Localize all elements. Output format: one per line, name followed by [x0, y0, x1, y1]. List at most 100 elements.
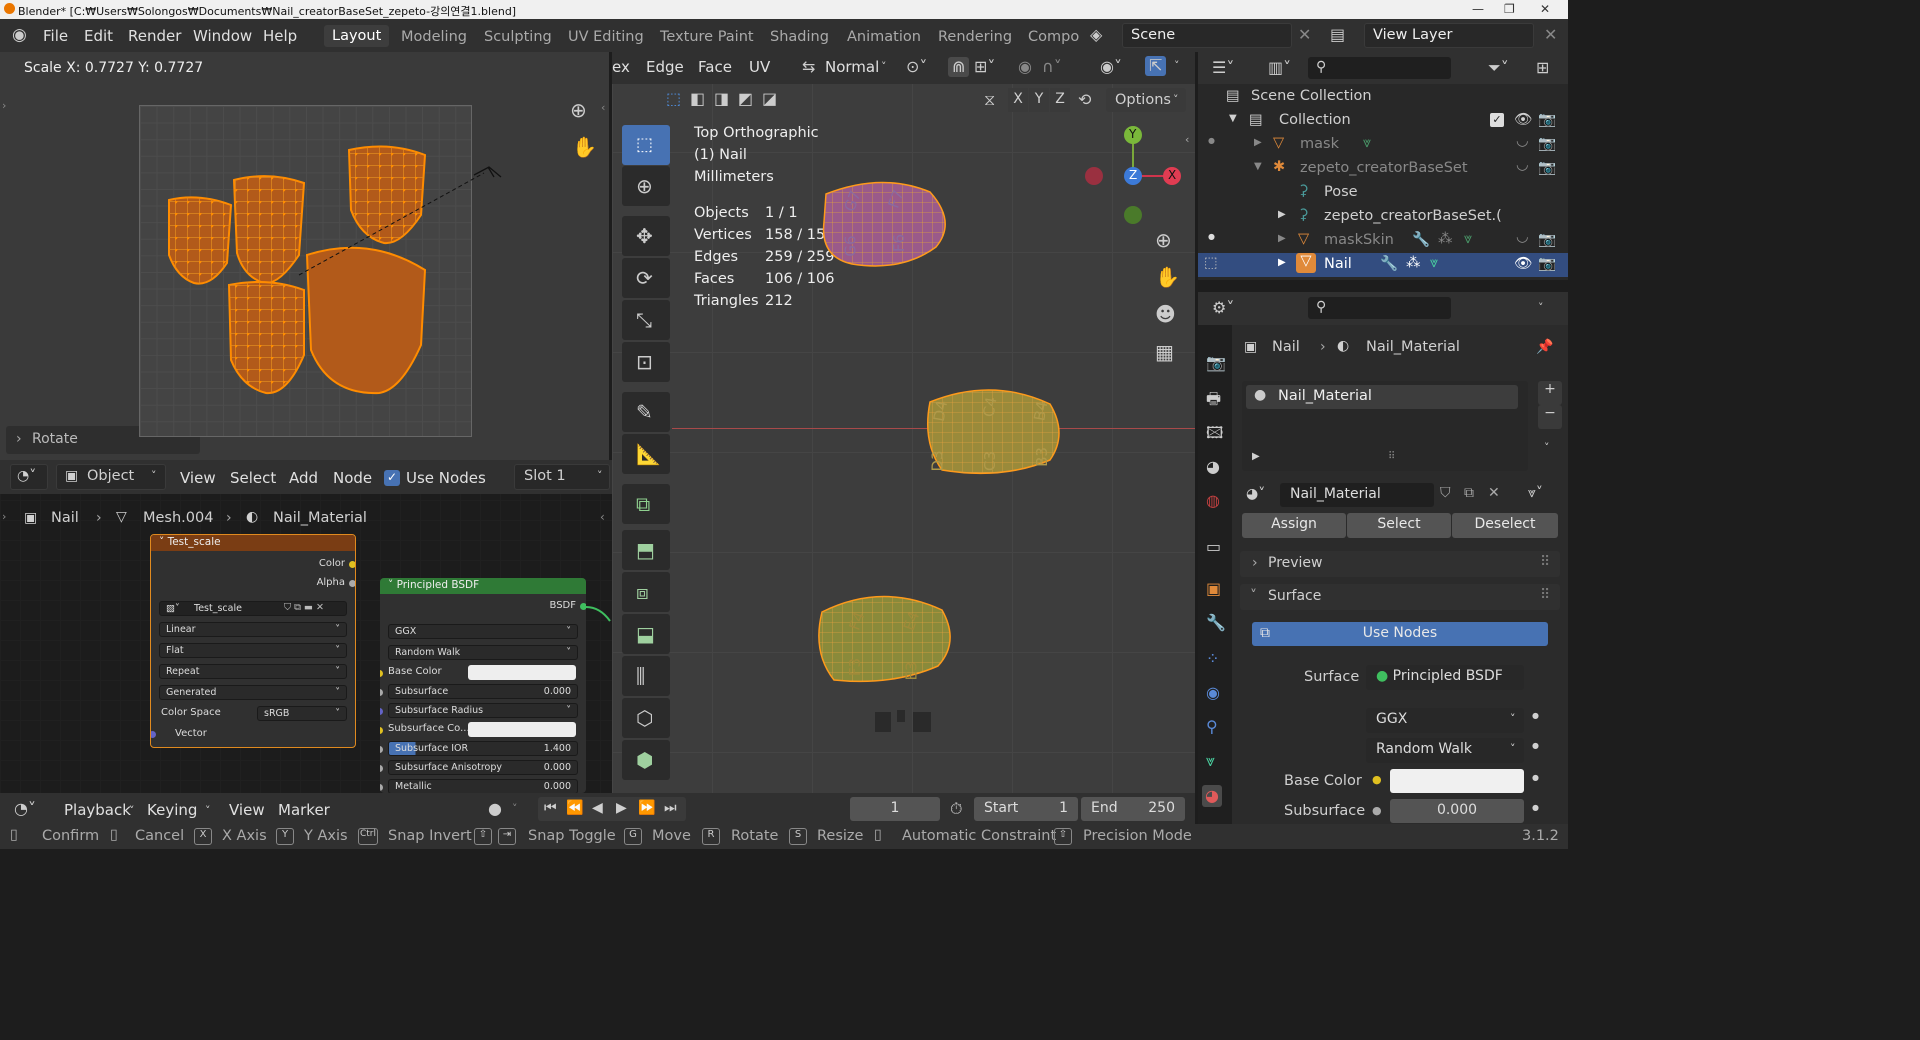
axis-y-toggle[interactable]: Y: [1029, 88, 1049, 112]
tool-loop-cut[interactable]: ⫼: [622, 656, 670, 696]
outliner-row-collection[interactable]: ▼ ▤ Collection ✓ 👁 📷: [1198, 109, 1568, 133]
color-output-socket[interactable]: [349, 561, 355, 568]
3d-viewport[interactable]: ex Edge Face UV ⇆ Normal ˅ ⊙˅ ⋒ ⊞˅ ◉ ∩˅ …: [612, 52, 1195, 793]
node-menu-add[interactable]: Add: [289, 469, 318, 487]
tool-inset[interactable]: ⧈: [622, 572, 670, 612]
tool-transform[interactable]: ⊡: [622, 342, 670, 382]
render-tab-icon[interactable]: 📷: [1206, 355, 1226, 371]
tab-layout[interactable]: Layout: [324, 25, 390, 47]
preview-range-icon[interactable]: ⏱: [950, 801, 962, 817]
scene-selector[interactable]: Scene: [1122, 23, 1292, 48]
camera-icon[interactable]: 📷: [1538, 159, 1556, 176]
select-subtract-icon[interactable]: ◨: [714, 91, 729, 107]
snap-target-icon[interactable]: ⊞˅: [974, 59, 995, 75]
properties-options-icon[interactable]: ˅: [1538, 302, 1544, 313]
link-mode-icon[interactable]: ⩔˅: [1528, 485, 1543, 501]
collapse-arrow-icon[interactable]: ‹: [601, 102, 605, 113]
visibility-icon[interactable]: ◉˅: [1100, 59, 1122, 75]
auto-merge-icon[interactable]: ⟲: [1078, 92, 1091, 108]
menu-help[interactable]: Help: [263, 27, 297, 45]
timeline-view-menu[interactable]: View: [229, 801, 265, 819]
pan-view-icon[interactable]: ✋: [1155, 267, 1180, 287]
object-tab-icon[interactable]: ▣: [1206, 581, 1221, 597]
select-new-icon[interactable]: ⬚: [666, 91, 681, 107]
tab-texture-paint[interactable]: Texture Paint: [660, 29, 754, 45]
tab-animation[interactable]: Animation: [847, 29, 921, 45]
select-intersect-icon[interactable]: ◪: [762, 91, 777, 107]
browse-material-icon[interactable]: ◕˅: [1246, 486, 1265, 502]
material-slot-item[interactable]: ● Nail_Material: [1246, 385, 1518, 409]
assign-button[interactable]: Assign: [1242, 513, 1346, 538]
camera-icon[interactable]: 📷: [1538, 231, 1556, 248]
outliner-row-mask[interactable]: ● ▶ ▽ mask ⩔ ◡ 📷: [1198, 133, 1568, 157]
view-layer-selector[interactable]: View Layer: [1364, 23, 1534, 48]
outliner-row-scene-collection[interactable]: ▤ Scene Collection: [1198, 85, 1568, 109]
extension-dropdown[interactable]: Repeat ˅: [159, 664, 347, 679]
base-color-swatch[interactable]: [468, 665, 576, 680]
base-color-swatch[interactable]: [1390, 769, 1524, 793]
select-invert-icon[interactable]: ◩: [738, 91, 753, 107]
menu-render[interactable]: Render: [128, 27, 181, 45]
tool-knife[interactable]: ⬡: [622, 698, 670, 738]
gizmo-toggle-icon[interactable]: ⇱: [1145, 56, 1167, 76]
ortho-toggle-icon[interactable]: ▦: [1155, 342, 1174, 362]
duplicate-material-icon[interactable]: ⧉: [1464, 485, 1474, 501]
tab-modeling[interactable]: Modeling: [401, 29, 467, 45]
eye-icon[interactable]: 👁: [1514, 111, 1532, 128]
add-slot-button[interactable]: +: [1538, 381, 1562, 405]
outliner-row-nail[interactable]: ⬚ ▶ ▽ Nail 🔧 ⁂ ⩔ 👁 📷: [1198, 253, 1568, 277]
camera-icon[interactable]: 📷: [1538, 111, 1556, 128]
outliner-editor-icon[interactable]: ☰˅: [1212, 60, 1234, 76]
view-layer-tab-icon[interactable]: 🖾: [1206, 425, 1223, 441]
use-nodes-checkbox[interactable]: ✓: [384, 470, 400, 486]
scene-close-icon[interactable]: ✕: [1298, 27, 1311, 43]
image-selector[interactable]: ▧˅ Test_scale ⛉ ⧉ ▬ ✕: [159, 601, 347, 616]
tool-move[interactable]: ✥: [622, 216, 670, 256]
select-extend-icon[interactable]: ◧: [690, 91, 705, 107]
pivot-icon[interactable]: ⊙˅: [906, 59, 927, 75]
tab-uv-editing[interactable]: UV Editing: [568, 29, 644, 45]
camera-view-icon[interactable]: ☻: [1155, 304, 1176, 324]
outliner-row-maskskin[interactable]: ● ▶ ▽ maskSkin 🔧 ⁂ ⩔ ◡ 📷: [1198, 229, 1568, 253]
principled-bsdf-node[interactable]: ˅ Principled BSDF BSDF GGX ˅ Random Walk ˅…: [380, 578, 586, 793]
data-tab-icon[interactable]: ⩔: [1206, 753, 1215, 769]
surface-panel-header[interactable]: ˅ Surface ⠿: [1240, 584, 1560, 610]
tool-add-cube[interactable]: ⧉: [622, 484, 670, 524]
breadcrumb-object[interactable]: Nail: [51, 510, 79, 526]
orientation-dropdown[interactable]: Normal: [825, 58, 879, 76]
subsurface-method-dropdown[interactable]: Random Walk ˅: [388, 645, 578, 660]
tab-shading[interactable]: Shading: [770, 29, 829, 45]
menu-edge[interactable]: Edge: [646, 58, 684, 76]
outliner-row-armature[interactable]: ▼ ✱ zepeto_creatorBaseSet ◡ 📷: [1198, 157, 1568, 181]
metallic-slider[interactable]: Metallic 0.000: [388, 779, 578, 793]
alpha-output-socket[interactable]: [349, 580, 355, 587]
modifier-tab-icon[interactable]: 🔧: [1206, 615, 1226, 631]
subsurface-slider[interactable]: 0.000: [1390, 799, 1524, 823]
vector-input-socket[interactable]: [151, 731, 156, 738]
play-icon[interactable]: ▶: [616, 800, 627, 816]
minimize-button[interactable]: —: [1472, 2, 1484, 16]
scene-tab-icon[interactable]: ◕: [1206, 459, 1220, 475]
outliner[interactable]: ▤ Scene Collection ▼ ▤ Collection ✓ 👁 📷 ● ▶ ▽ m…: [1198, 84, 1568, 280]
play-reverse-icon[interactable]: ◀: [592, 800, 603, 816]
uv-islands[interactable]: [139, 105, 509, 437]
playback-controls[interactable]: ⏮ ⏪ ◀ ▶ ⏩ ⏭: [538, 797, 686, 821]
jump-keyframe-back-icon[interactable]: ⏪: [566, 800, 583, 816]
eye-hidden-icon[interactable]: ◡: [1516, 229, 1529, 245]
remove-slot-button[interactable]: −: [1538, 405, 1562, 429]
proportional-icon[interactable]: ◉: [1018, 59, 1032, 75]
jump-end-icon[interactable]: ⏭: [664, 800, 677, 816]
tool-rotate[interactable]: ⟳: [622, 258, 670, 298]
slot-specials-icon[interactable]: ˅: [1544, 441, 1550, 454]
filter-icon[interactable]: ⏷˅: [1488, 60, 1509, 76]
sidebar-toggle-icon[interactable]: ‹: [1185, 134, 1189, 145]
breadcrumb-material[interactable]: Nail_Material: [273, 510, 367, 526]
tab-compositing[interactable]: Compo: [1028, 29, 1079, 45]
projection-dropdown[interactable]: Flat ˅: [159, 643, 347, 658]
shader-type-selector[interactable]: ▣ Object ˅: [56, 464, 166, 490]
axis-z-toggle[interactable]: Z: [1050, 88, 1070, 112]
preview-panel-header[interactable]: › Preview ⠿: [1240, 551, 1560, 577]
properties-editor-icon[interactable]: ⚙˅: [1212, 300, 1234, 316]
camera-icon[interactable]: 📷: [1538, 255, 1556, 272]
auto-keying-icon[interactable]: ●: [488, 801, 502, 817]
